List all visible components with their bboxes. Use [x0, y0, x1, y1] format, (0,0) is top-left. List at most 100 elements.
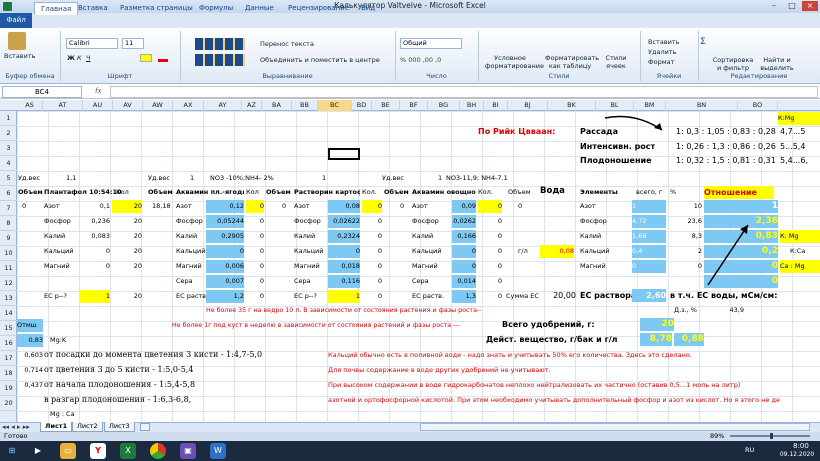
cell-r13-s3-label[interactable]: Сера [294, 275, 311, 288]
cell-r18-value[interactable]: 0,83 [17, 334, 43, 347]
cell-stage-seedling-ext[interactable]: 4,7...5 [780, 125, 805, 138]
cell-styles-button[interactable]: Стили ячеек [600, 54, 632, 70]
cell-hdr-product-3[interactable]: Растворин картоф [294, 186, 360, 199]
cell-r18-mgk[interactable]: Mg:K [50, 334, 66, 347]
cell-r21-note[interactable]: При высоком содержании в воде гидрокарбо… [328, 379, 818, 392]
cell-r15-ec2-label[interactable]: ЕС раств. [176, 290, 208, 303]
row-header-15[interactable]: 15 [0, 321, 17, 336]
cell-r10-qty-4[interactable]: 0 [478, 230, 502, 243]
cell-r15-ec2-value[interactable]: 1,2 [206, 290, 244, 303]
cell-hdr-pct[interactable]: % [670, 186, 676, 199]
cell-r13-s3-value[interactable]: 0,116 [328, 275, 360, 288]
cell-r11-ca3-label[interactable]: Кальций [294, 245, 323, 258]
cell-ud-ves-4[interactable]: Уд.вес [382, 172, 404, 185]
cell-r22-text[interactable]: в разгар плодоношения - 1:6,3-6,8, [44, 393, 191, 406]
cell-ud-ves-1[interactable]: Уд.вес [18, 172, 40, 185]
tab-page-layout[interactable]: Разметка страницы [120, 2, 193, 15]
cell-r19-value[interactable]: 0,603 [17, 349, 43, 362]
excel-app-icon[interactable] [3, 2, 12, 11]
cell-r10-kmg[interactable]: К: Mg [780, 230, 820, 243]
delete-cells-button[interactable]: Удалить [648, 48, 676, 56]
cell-r19-text[interactable]: от посадки до момента цветения 3 кисти -… [44, 348, 262, 361]
cell-hdr-volume-3[interactable]: Объем [266, 186, 291, 199]
merge-center-button[interactable]: Объединить и поместить в центре [260, 56, 380, 64]
cell-stage-fruiting[interactable]: Плодоношение [580, 154, 652, 167]
cell-r15-ec3-value[interactable]: 1 [328, 290, 360, 303]
cell-r9-p-label[interactable]: Фосфор [44, 215, 71, 228]
cell-r10-k-value[interactable]: 0,083 [86, 230, 110, 243]
row-header-10[interactable]: 10 [0, 246, 17, 261]
horizontal-scrollbar[interactable] [420, 423, 810, 431]
cell-r9-p4-value[interactable]: 0,0262 [452, 215, 476, 228]
cell-hdr-qty-3[interactable]: Кол. [362, 186, 377, 199]
cell-r12-mg3-value[interactable]: 0,018 [328, 260, 360, 273]
cell-r21-value[interactable]: 0,437 [17, 379, 43, 392]
cell-hdr-product-2[interactable]: Аквамин пл.-ягодн [176, 186, 244, 199]
clock-date[interactable]: 09.12.2020 [776, 451, 818, 458]
cell-r12-mg-label[interactable]: Магний [44, 260, 70, 273]
cell-r10-k4-value[interactable]: 0,166 [452, 230, 476, 243]
cell-r10-k3-value[interactable]: 0,2324 [328, 230, 360, 243]
cell-r11-ca4-value[interactable]: 0 [452, 245, 476, 258]
cell-r11-ca3-value[interactable]: 0 [328, 245, 360, 258]
column-header-ay[interactable]: AY [204, 100, 242, 111]
cell-hdr-ratio[interactable]: Отношение [704, 186, 774, 199]
cell-r9-p4-label[interactable]: Фосфор [412, 215, 439, 228]
cell-r15-qty[interactable]: 20 [112, 290, 142, 303]
insert-cells-button[interactable]: Вставить [648, 38, 679, 46]
row-header-6[interactable]: 6 [0, 186, 17, 201]
sum-icon[interactable]: Σ [700, 38, 706, 47]
cell-r8-elem[interactable]: Азот [580, 200, 596, 213]
column-header-au[interactable]: AU [83, 100, 113, 111]
cell-r9-qty-4[interactable]: 0 [478, 215, 502, 228]
cell-ud-ves-3-value[interactable]: 1 [322, 172, 326, 185]
cell-r12-mg4-value[interactable]: 0 [452, 260, 476, 273]
cell-stage-seedling-ratio[interactable]: 1: 0,3 : 1,05 : 0,83 : 0,28 [676, 125, 776, 138]
cell-r9-total[interactable]: 4,72 [632, 215, 666, 228]
cell-r11-pct[interactable]: 2 [670, 245, 702, 258]
cell-r8-volume-3[interactable]: 0 [282, 200, 286, 213]
cell-r15-ec-water[interactable]: в т.ч. ЕС воды, мСм/см: [670, 289, 777, 302]
name-box[interactable]: BC4 [2, 86, 82, 98]
maximize-button[interactable]: □ [784, 1, 800, 11]
cell-r17-otv[interactable]: Отмш [17, 319, 43, 332]
cell-ratio-title[interactable]: По Рийк Цвваан: [478, 125, 555, 138]
column-header-az[interactable]: AZ [242, 100, 262, 111]
cell-r20-note[interactable]: Для почвы содержание в воде других удобр… [328, 364, 551, 377]
tab-review[interactable]: Рецензирование [288, 2, 349, 15]
active-cell-selection[interactable] [328, 148, 360, 160]
column-header-ax[interactable]: AX [173, 100, 204, 111]
tab-file[interactable]: Файл [0, 13, 32, 28]
cell-r15-qty-2[interactable]: 0 [246, 290, 264, 303]
cell-r8-n2-label[interactable]: Азот [176, 200, 192, 213]
cell-r15-ec3-label[interactable]: ЕС р--? [294, 290, 317, 303]
cell-hdr-qty-2[interactable]: Кол [246, 186, 259, 199]
cell-ud-ves-2-value[interactable]: 1 [190, 172, 194, 185]
format-as-table-button[interactable]: Форматировать как таблицу [545, 54, 599, 70]
cell-r13-s-value[interactable]: 0,007 [206, 275, 244, 288]
cell-r17-note[interactable]: Не более 1г под куст в неделю в зависимо… [172, 319, 460, 332]
cell-r18-active-label[interactable]: Дейст. вещество, г/бак и г/л [486, 333, 618, 346]
cell-kmg-header[interactable]: К:Mg [778, 112, 820, 125]
row-header-12[interactable]: 12 [0, 276, 17, 291]
column-header-as[interactable]: AS [17, 100, 43, 111]
cell-r8-pct[interactable]: 10 [670, 200, 702, 213]
fx-icon[interactable]: fx [95, 87, 102, 95]
cell-r8-n3-label[interactable]: Азот [294, 200, 310, 213]
cell-r9-elem[interactable]: Фосфор [580, 215, 607, 228]
arrow-shape-1[interactable] [600, 110, 670, 140]
cell-r11-kca[interactable]: К:Ca [790, 245, 805, 258]
cell-r15-qty-4[interactable]: 0 [478, 290, 502, 303]
cell-r11-ca-value[interactable]: 0 [86, 245, 110, 258]
cell-r11-ca-label[interactable]: Кальций [44, 245, 73, 258]
cell-r9-p3-label[interactable]: Фосфор [294, 215, 321, 228]
cell-r15-ec-solution[interactable]: ЕС раствора: [580, 289, 640, 302]
media-player-icon[interactable]: ▶ [30, 443, 46, 459]
cell-r15-ec4-value[interactable]: 1,3 [452, 290, 476, 303]
cell-r19-note[interactable]: Кальций обычно есть в поливной воде - на… [328, 349, 692, 362]
italic-button[interactable]: К [77, 54, 82, 62]
cell-r15-qty-3[interactable]: 0 [362, 290, 382, 303]
row-header-11[interactable]: 11 [0, 261, 17, 276]
cell-r11-elem[interactable]: Кальций [580, 245, 609, 258]
cell-r10-pct[interactable]: 8,3 [670, 230, 702, 243]
